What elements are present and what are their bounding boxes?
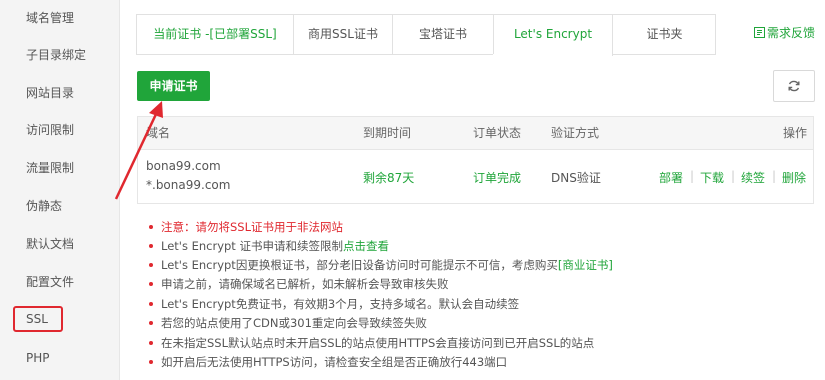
note-text: 在未指定SSL默认站点时未开启SSL的站点使用HTTPS会直接访问到已开启SSL… xyxy=(161,336,595,350)
note-item: 申请之前，请确保域名已解析，如未解析会导致审核失败 xyxy=(139,274,449,294)
bullet-icon xyxy=(149,262,153,267)
col-verify: 验证方式 xyxy=(551,126,600,140)
note-text: 注意：请勿将SSL证书用于非法网站 xyxy=(161,220,344,234)
ssl-highlight-box xyxy=(13,306,63,332)
note-text: Let's Encrypt因更换根证书，部分老旧设备访问时可能提示不可信，考虑购… xyxy=(161,258,558,272)
row-status: 订单完成 xyxy=(473,171,522,185)
view-limit-link[interactable]: 点击查看 xyxy=(343,239,389,253)
renew-link[interactable]: 续签 xyxy=(741,169,765,186)
tab-current-cert[interactable]: 当前证书 -[已部署SSL] xyxy=(137,15,294,54)
col-ops: 操作 xyxy=(783,126,808,140)
download-link[interactable]: 下载 xyxy=(700,169,724,186)
op-separator: | xyxy=(772,169,777,183)
tab-cert-folder[interactable]: 证书夹 xyxy=(613,15,716,54)
col-expire: 到期时间 xyxy=(363,126,412,140)
deploy-link[interactable]: 部署 xyxy=(659,169,683,186)
bullet-icon xyxy=(149,340,153,345)
sidebar-item-default-doc[interactable]: 默认文档 xyxy=(0,226,119,263)
sidebar-item-subdir-bind[interactable]: 子目录绑定 xyxy=(0,37,119,74)
feedback-icon xyxy=(753,27,765,38)
bullet-icon xyxy=(149,281,153,286)
tabs-underline xyxy=(136,54,716,55)
cert-table: 域名 到期时间 订单状态 验证方式 操作 bona99.com *.bona99… xyxy=(137,116,814,204)
note-item: 如开启后无法使用HTTPS访问，请检查安全组是否正确放行443端口 xyxy=(139,352,507,372)
apply-cert-button[interactable]: 申请证书 xyxy=(137,71,210,101)
row-domain-1: bona99.com xyxy=(146,159,221,173)
feedback-link[interactable]: 需求反馈 xyxy=(753,24,815,41)
sidebar-item-php[interactable]: PHP xyxy=(0,340,119,377)
sidebar-item-access-limit[interactable]: 访问限制 xyxy=(0,112,119,149)
col-domain: 域名 xyxy=(146,126,171,140)
delete-link[interactable]: 删除 xyxy=(782,169,806,186)
note-item: 在未指定SSL默认站点时未开启SSL的站点使用HTTPS会直接访问到已开启SSL… xyxy=(139,333,594,353)
note-item: 若您的站点使用了CDN或301重定向会导致续签失败 xyxy=(139,313,427,333)
sidebar-item-config-file[interactable]: 配置文件 xyxy=(0,264,119,301)
note-item: Let's Encrypt 证书申请和续签限制点击查看 xyxy=(139,236,389,256)
note-text: 如开启后无法使用HTTPS访问，请检查安全组是否正确放行443端口 xyxy=(161,355,508,369)
sidebar-item-site-dir[interactable]: 网站目录 xyxy=(0,75,119,112)
table-header: 域名 到期时间 订单状态 验证方式 操作 xyxy=(138,117,813,150)
note-text: 申请之前，请确保域名已解析，如未解析会导致审核失败 xyxy=(161,277,449,291)
commercial-cert-link[interactable]: [商业证书] xyxy=(558,258,613,272)
bullet-icon xyxy=(149,359,153,364)
bullet-icon xyxy=(149,224,153,229)
row-expire: 剩余87天 xyxy=(363,171,415,185)
bullet-icon xyxy=(149,320,153,325)
active-tab-gap xyxy=(493,54,612,55)
note-text: 若您的站点使用了CDN或301重定向会导致续签失败 xyxy=(161,316,427,330)
feedback-label: 需求反馈 xyxy=(766,26,815,40)
note-text: Let's Encrypt免费证书，有效期3个月，支持多域名。默认会自动续签 xyxy=(161,297,520,311)
sidebar-item-domain-manage[interactable]: 域名管理 xyxy=(0,0,119,37)
row-domain-2: *.bona99.com xyxy=(146,178,231,192)
bullet-icon xyxy=(149,301,153,306)
note-text: Let's Encrypt 证书申请和续签限制 xyxy=(161,239,343,253)
note-item: Let's Encrypt免费证书，有效期3个月，支持多域名。默认会自动续签 xyxy=(139,294,519,314)
sidebar-item-rewrite[interactable]: 伪静态 xyxy=(0,188,119,225)
op-separator: | xyxy=(731,169,736,183)
tab-bar: 当前证书 -[已部署SSL] 商用SSL证书 宝塔证书 Let's Encryp… xyxy=(136,14,716,56)
note-item: Let's Encrypt因更换根证书，部分老旧设备访问时可能提示不可信，考虑购… xyxy=(139,255,613,275)
tab-bt-cert[interactable]: 宝塔证书 xyxy=(393,15,494,54)
tab-commercial-ssl[interactable]: 商用SSL证书 xyxy=(294,15,393,54)
note-item: 注意：请勿将SSL证书用于非法网站 xyxy=(139,217,343,237)
refresh-button[interactable] xyxy=(773,70,815,102)
sidebar-item-traffic-limit[interactable]: 流量限制 xyxy=(0,150,119,187)
bullet-icon xyxy=(149,243,153,248)
tab-lets-encrypt[interactable]: Let's Encrypt xyxy=(494,15,613,56)
refresh-icon xyxy=(788,80,800,92)
col-status: 订单状态 xyxy=(473,126,522,140)
row-verify: DNS验证 xyxy=(551,171,601,185)
op-separator: | xyxy=(690,169,695,183)
